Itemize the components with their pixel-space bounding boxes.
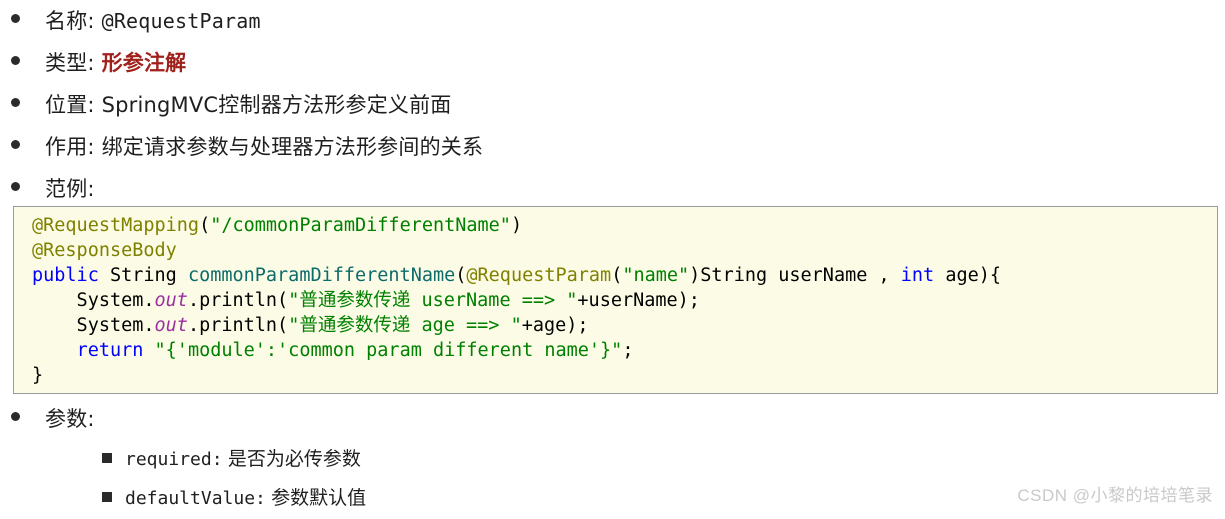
code-token: age){: [934, 265, 1002, 286]
bullet-dot-icon: [11, 182, 20, 191]
sub-list-item-required: required: 是否为必传参数: [45, 440, 1225, 479]
code-token: commonParamDifferentName: [187, 265, 456, 286]
watermark: CSDN @小黎的培培笔录: [1017, 486, 1213, 505]
sub-item-name: defaultValue:: [125, 488, 266, 509]
code-token: "普通参数传递 userName ==> ": [288, 290, 578, 311]
item-value: SpringMVC控制器方法形参定义前面: [101, 93, 452, 117]
code-token: System.: [32, 315, 155, 336]
sub-outline-line: required: 是否为必传参数: [125, 440, 1225, 479]
list-item-name: 名称: @RequestParam: [0, 0, 1225, 42]
code-token: ): [510, 215, 523, 236]
bullet-square-icon: [102, 492, 112, 502]
code-token: @RequestMapping: [32, 215, 200, 236]
code-content: @RequestMapping("/commonParamDifferentNa…: [32, 213, 1217, 388]
code-token: .println(: [187, 290, 289, 311]
code-token: @ResponseBody: [32, 240, 177, 261]
item-label: 位置:: [45, 93, 95, 117]
item-value: 绑定请求参数与处理器方法形参间的关系: [101, 135, 484, 159]
code-token: "普通参数传递 age ==> ": [288, 315, 522, 336]
item-label: 参数:: [45, 407, 95, 431]
code-token: (: [455, 265, 467, 286]
bullet-dot-icon: [11, 56, 20, 65]
outline-line: 名称: @RequestParam: [45, 0, 1225, 42]
bullet-dot-icon: [11, 140, 20, 149]
item-value-emphasis: 形参注解: [101, 51, 187, 75]
document-body: 名称: @RequestParam 类型: 形参注解 位置: SpringMVC…: [0, 0, 1225, 518]
sub-item-description: 参数默认值: [271, 487, 367, 509]
sub-item-description: 是否为必传参数: [227, 448, 361, 470]
code-token: out: [154, 290, 188, 311]
code-token: +age);: [521, 315, 589, 336]
code-token: ;: [622, 340, 634, 361]
item-label: 范例:: [45, 177, 95, 201]
code-token: "/commonParamDifferentName": [210, 215, 511, 236]
code-token: out: [154, 315, 188, 336]
code-token: "name": [622, 265, 690, 286]
code-token: System.: [32, 290, 155, 311]
code-token: )String userName ,: [689, 265, 901, 286]
code-token: +userName);: [577, 290, 700, 311]
outline-line: 类型: 形参注解: [45, 42, 1225, 84]
item-label: 类型:: [45, 51, 95, 75]
item-label: 名称:: [45, 9, 95, 33]
code-token: return: [76, 340, 144, 361]
list-item-type: 类型: 形参注解: [0, 42, 1225, 84]
code-token: public: [32, 265, 99, 286]
item-value: @RequestParam: [101, 9, 261, 33]
bullet-dot-icon: [11, 98, 20, 107]
outline-line: 位置: SpringMVC控制器方法形参定义前面: [45, 84, 1225, 126]
list-item-position: 位置: SpringMVC控制器方法形参定义前面: [0, 84, 1225, 126]
code-token: (: [611, 265, 623, 286]
code-token: String: [98, 265, 188, 286]
item-label: 作用:: [45, 135, 95, 159]
list-item-purpose: 作用: 绑定请求参数与处理器方法形参间的关系: [0, 126, 1225, 168]
bullet-dot-icon: [11, 412, 20, 421]
code-block: @RequestMapping("/commonParamDifferentNa…: [13, 206, 1218, 394]
sub-outline-list: required: 是否为必传参数 defaultValue: 参数默认值: [45, 440, 1225, 518]
code-token: .println(: [187, 315, 289, 336]
sub-item-name: required:: [125, 449, 223, 470]
code-token: "{'module':'common param different name'…: [154, 340, 623, 361]
code-token: (: [199, 215, 211, 236]
code-token: @RequestParam: [466, 265, 612, 286]
code-token: int: [900, 265, 935, 286]
outline-line: 作用: 绑定请求参数与处理器方法形参间的关系: [45, 126, 1225, 168]
list-item-example: 范例:: [0, 168, 1225, 210]
bullet-dot-icon: [11, 14, 20, 23]
bullet-square-icon: [102, 453, 112, 463]
outline-line: 参数:: [45, 398, 1225, 440]
code-token: }: [32, 365, 44, 386]
outline-line: 范例:: [45, 168, 1225, 210]
